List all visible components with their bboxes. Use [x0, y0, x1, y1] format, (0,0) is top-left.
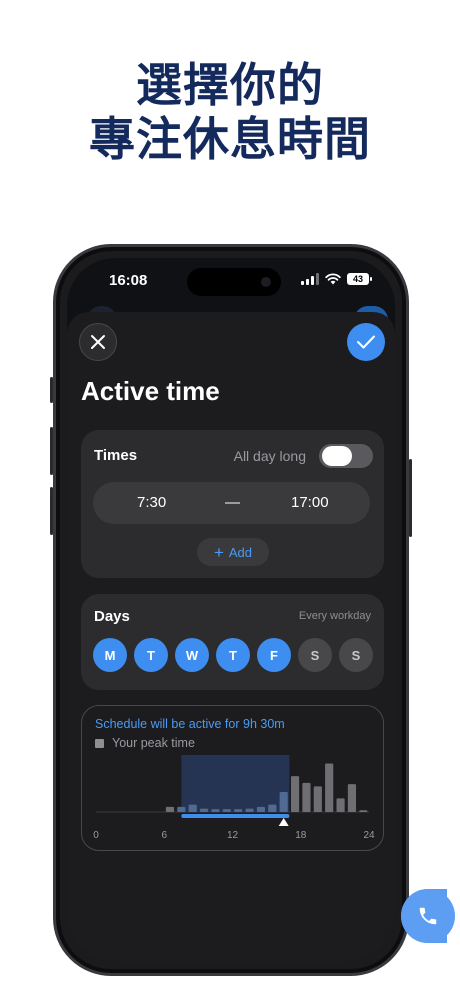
chart-bar	[245, 808, 254, 812]
active-range-bar	[181, 814, 290, 818]
days-label: Days	[94, 608, 130, 625]
schedule-summary: Schedule will be active for 9h 30m	[95, 717, 285, 731]
dynamic-island	[187, 268, 281, 296]
chart-bar	[211, 809, 220, 812]
chart-bar	[199, 808, 209, 812]
day-selector: M T W T F S S	[93, 638, 373, 672]
day-tuesday[interactable]: T	[134, 638, 168, 672]
chart-bar	[325, 763, 334, 812]
x-tick-label: 12	[227, 830, 239, 841]
all-day-toggle[interactable]	[319, 444, 373, 468]
confirm-button[interactable]	[347, 323, 385, 361]
peak-legend-label: Your peak time	[112, 736, 195, 750]
chart-bar	[268, 804, 277, 812]
time-separator: —	[225, 494, 240, 511]
toggle-knob	[322, 446, 352, 466]
legend-swatch	[95, 738, 104, 748]
call-fab-circle	[401, 889, 455, 943]
x-tick-label: 18	[295, 830, 307, 841]
times-card: Times All day long 7:30 — 17:00 + Add	[81, 430, 384, 578]
phone-screen: 16:08 43 Active time Times All day long …	[67, 258, 395, 962]
chart-bar	[188, 804, 197, 812]
chart-bar	[359, 810, 368, 812]
volume-down-button	[50, 487, 53, 535]
add-time-button[interactable]: + Add	[197, 538, 269, 566]
active-time-sheet: Active time Times All day long 7:30 — 17…	[67, 312, 395, 962]
end-time[interactable]: 17:00	[291, 494, 329, 511]
time-range[interactable]: 7:30 — 17:00	[93, 482, 370, 524]
plus-icon: +	[213, 542, 224, 562]
times-label: Times	[94, 447, 138, 464]
current-time-marker	[278, 818, 289, 826]
day-monday[interactable]: M	[93, 638, 127, 672]
chart-bar	[234, 809, 243, 812]
chart-bar	[347, 784, 357, 812]
chart-bar	[256, 806, 266, 812]
days-preset[interactable]: Every workday	[299, 610, 371, 622]
call-fab[interactable]	[401, 889, 455, 943]
battery-icon: 43	[347, 273, 372, 285]
power-button	[409, 459, 412, 537]
day-saturday[interactable]: S	[298, 638, 332, 672]
wifi-icon	[325, 273, 341, 285]
chart-bar	[290, 776, 300, 812]
status-indicators: 43	[301, 273, 372, 285]
volume-up-button	[50, 427, 53, 475]
promo-headline: 選擇你的 專注休息時間	[0, 58, 460, 166]
chart-bar	[222, 809, 231, 812]
phone-frame: 16:08 43 Active time Times All day long …	[50, 244, 412, 976]
day-thursday[interactable]: T	[216, 638, 250, 672]
x-tick-label: 0	[93, 830, 99, 841]
camera-icon	[261, 277, 271, 287]
day-friday[interactable]: F	[257, 638, 291, 672]
all-day-label: All day long	[233, 448, 306, 464]
promo-line-2: 專注休息時間	[89, 112, 371, 166]
status-time: 16:08	[109, 272, 148, 289]
close-button[interactable]	[79, 323, 117, 361]
x-tick-label: 6	[161, 830, 167, 841]
chart-bar	[279, 792, 288, 812]
peak-legend: Your peak time	[95, 736, 195, 750]
mute-switch	[50, 377, 53, 403]
schedule-chart-card: 0 6 12 18 24 Schedule will be active for 9h …	[81, 705, 384, 851]
close-icon	[91, 335, 105, 349]
days-card: Days Every workday M T W T F S S	[81, 594, 384, 690]
chart-bar	[313, 786, 322, 812]
x-tick-label: 24	[363, 830, 375, 841]
checkmark-icon	[357, 335, 375, 349]
start-time[interactable]: 7:30	[137, 494, 166, 511]
chart-bar	[336, 798, 345, 812]
promo-line-1: 選擇你的	[136, 58, 324, 112]
sheet-title: Active time	[81, 376, 220, 406]
chart-bar	[302, 782, 311, 812]
cellular-signal-icon	[301, 273, 319, 285]
chart-bar	[177, 806, 186, 812]
phone-icon	[419, 907, 437, 925]
day-wednesday[interactable]: W	[175, 638, 209, 672]
day-sunday[interactable]: S	[339, 638, 373, 672]
add-label: Add	[228, 544, 253, 560]
chart-bar	[165, 806, 175, 812]
active-range-band	[181, 755, 290, 812]
